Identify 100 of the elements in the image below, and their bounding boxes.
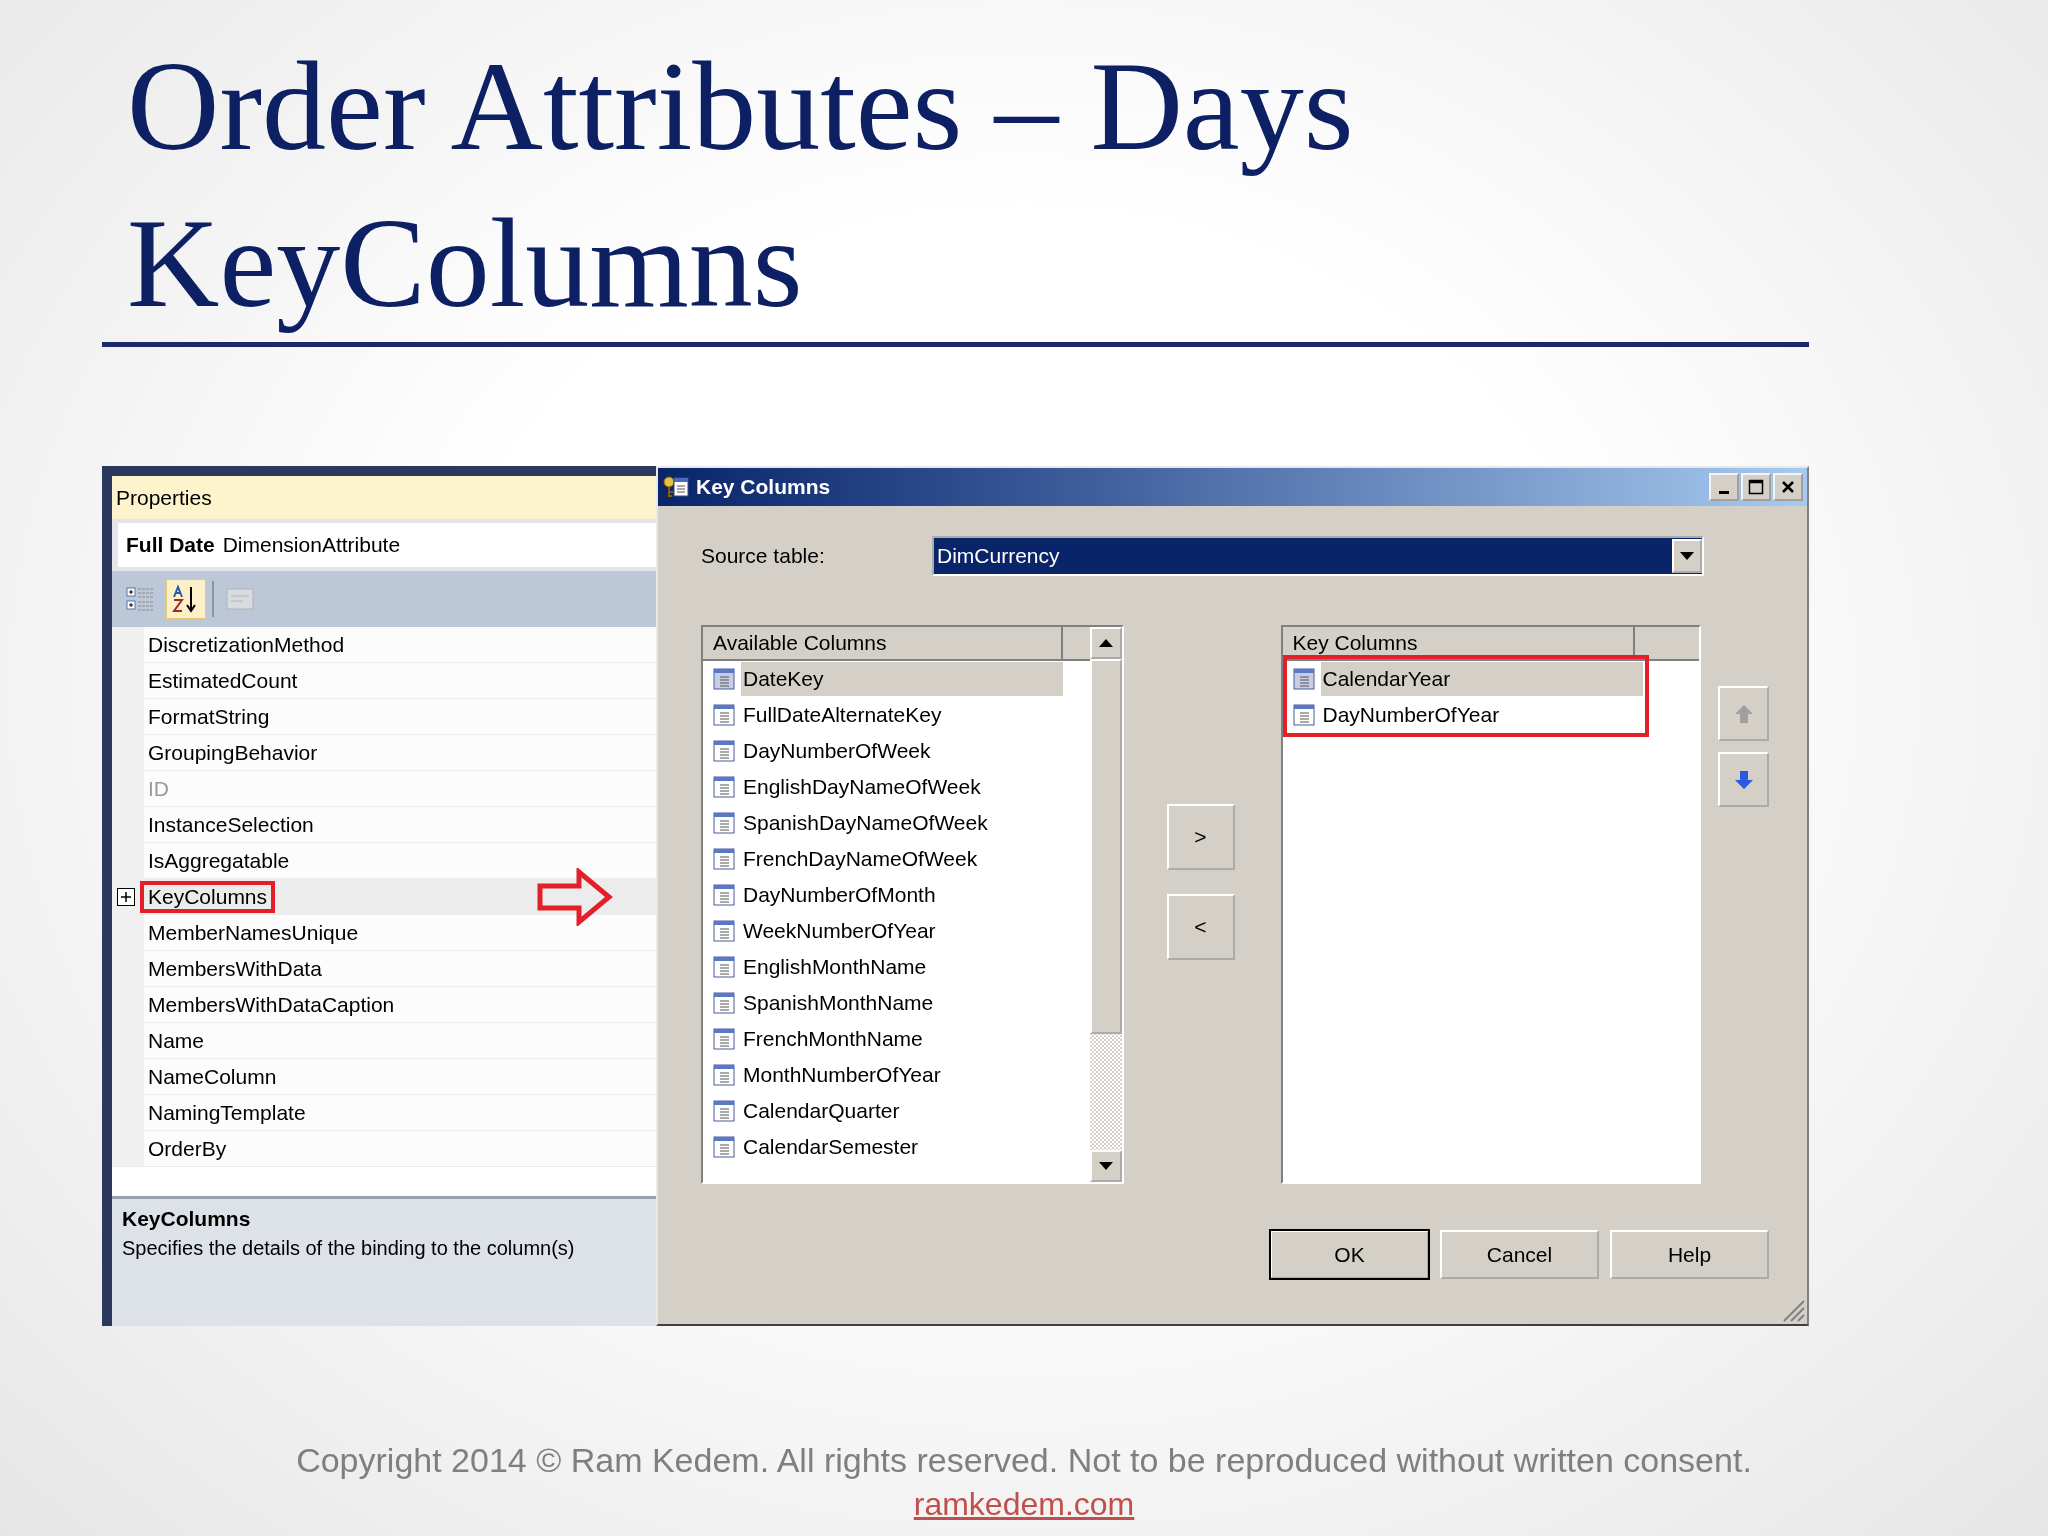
property-row[interactable]: InstanceSelection [112, 807, 656, 843]
column-name: CalendarQuarter [742, 1098, 901, 1124]
column-name: DayNumberOfWeek [742, 738, 932, 764]
property-name: NameColumn [147, 1063, 278, 1090]
object-selector[interactable]: Full Date DimensionAttribute [118, 523, 656, 567]
property-row[interactable]: OrderBy [112, 1131, 656, 1167]
column-icon [713, 884, 735, 906]
column-name: FrenchDayNameOfWeek [742, 846, 979, 872]
column-item[interactable]: DateKey [703, 661, 1090, 697]
column-icon [713, 740, 735, 762]
property-row[interactable]: FormatString [112, 699, 656, 735]
property-row[interactable]: EstimatedCount [112, 663, 656, 699]
cancel-button[interactable]: Cancel [1440, 1230, 1599, 1279]
property-row[interactable]: NameColumn [112, 1059, 656, 1095]
column-icon [713, 704, 735, 726]
column-icon [713, 668, 735, 690]
property-name: ID [147, 775, 170, 802]
scroll-up-button[interactable] [1089, 627, 1122, 659]
column-item[interactable]: FrenchDayNameOfWeek [703, 841, 1090, 877]
column-icon [1292, 704, 1315, 726]
object-type: DimensionAttribute [222, 533, 401, 557]
property-name: IsAggregatable [147, 847, 291, 874]
ok-button[interactable]: OK [1270, 1230, 1429, 1279]
column-item[interactable]: FullDateAlternateKey [703, 697, 1090, 733]
close-icon [1781, 480, 1795, 494]
column-icon [713, 776, 735, 798]
column-name: EnglishDayNameOfWeek [742, 774, 982, 800]
column-item[interactable]: CalendarYear [1286, 661, 1645, 697]
column-header[interactable]: Available Columns [703, 627, 1063, 661]
property-name: KeyColumns [140, 880, 276, 913]
up-triangle-icon [1098, 639, 1113, 647]
column-name: FullDateAlternateKey [742, 702, 943, 728]
column-item[interactable]: FrenchMonthName [703, 1021, 1090, 1057]
column-icon [713, 848, 735, 870]
source-table-dropdown[interactable]: DimCurrency [932, 536, 1704, 576]
property-name: EstimatedCount [147, 667, 299, 694]
categorized-icon [125, 584, 155, 614]
column-item[interactable]: CalendarQuarter [703, 1093, 1090, 1129]
panel-title: Properties [112, 476, 656, 519]
column-name: EnglishMonthName [742, 954, 928, 980]
column-name: CalendarSemester [742, 1134, 920, 1160]
column-name: SpanishDayNameOfWeek [742, 810, 989, 836]
column-item[interactable]: DayNumberOfYear [1286, 697, 1645, 733]
website-link[interactable]: ramkedem.com [913, 1486, 1135, 1523]
down-triangle-icon [1098, 1162, 1113, 1170]
column-item[interactable]: WeekNumberOfYear [703, 913, 1090, 949]
column-icon [713, 1028, 735, 1050]
column-name: DayNumberOfYear [1321, 702, 1501, 728]
move-down-button[interactable] [1718, 752, 1769, 807]
column-icon [713, 1100, 735, 1122]
property-name: NamingTemplate [147, 1099, 307, 1126]
column-item[interactable]: DayNumberOfWeek [703, 733, 1090, 769]
property-row[interactable]: DiscretizationMethod [112, 627, 656, 663]
copyright-text: Copyright 2014 © Ram Kedem. All rights reserved. Not to be reproduced without written consent. [296, 1441, 1752, 1480]
column-icon [713, 812, 735, 834]
property-name: FormatString [147, 703, 271, 730]
scroll-down-button[interactable] [1089, 1150, 1122, 1182]
help-button[interactable]: Help [1610, 1230, 1769, 1279]
property-row[interactable]: NamingTemplate [112, 1095, 656, 1131]
property-name: MembersWithDataCaption [147, 991, 396, 1018]
property-name: DiscretizationMethod [147, 631, 346, 658]
close-button[interactable] [1773, 473, 1803, 501]
column-icon [713, 1136, 735, 1158]
alphabetical-button[interactable] [166, 579, 206, 619]
property-name: MemberNamesUnique [147, 919, 360, 946]
property-row[interactable]: MemberNamesUnique [112, 915, 656, 951]
property-row[interactable]: IsAggregatable [112, 843, 656, 879]
column-name: CalendarYear [1320, 662, 1643, 696]
source-table-label: Source table: [701, 544, 826, 568]
column-name: DateKey [741, 662, 1063, 696]
up-arrow-icon [1733, 703, 1754, 724]
property-name: GroupingBehavior [147, 739, 319, 766]
property-row[interactable]: Name [112, 1023, 656, 1059]
remove-button[interactable]: < [1166, 894, 1235, 960]
property-name: Name [147, 1027, 206, 1054]
down-arrow-icon [1733, 769, 1754, 790]
column-item[interactable]: EnglishDayNameOfWeek [703, 769, 1090, 805]
column-item[interactable]: SpanishDayNameOfWeek [703, 805, 1090, 841]
add-button[interactable]: > [1166, 804, 1235, 870]
property-row[interactable]: GroupingBehavior [112, 735, 656, 771]
property-row[interactable]: MembersWithData [112, 951, 656, 987]
description-text: Specifies the details of the binding to the column(s) [122, 1237, 576, 1260]
column-icon [713, 992, 735, 1014]
column-item[interactable]: MonthNumberOfYear [703, 1057, 1090, 1093]
column-icon [713, 920, 735, 942]
column-item[interactable]: DayNumberOfMonth [703, 877, 1090, 913]
object-name: Full Date [126, 533, 215, 557]
maximize-button[interactable] [1741, 473, 1771, 501]
slide-title: Order Attributes – Days KeyColumns [126, 34, 1355, 336]
property-row[interactable]: MembersWithDataCaption [112, 987, 656, 1023]
column-item[interactable]: CalendarSemester [703, 1129, 1090, 1165]
expand-icon[interactable] [117, 887, 135, 906]
column-name: DayNumberOfMonth [742, 882, 937, 908]
property-name: OrderBy [147, 1135, 228, 1162]
column-item[interactable]: SpanishMonthName [703, 985, 1090, 1021]
property-row[interactable]: KeyColumns [112, 879, 656, 915]
minimize-button[interactable] [1709, 473, 1739, 501]
scrollbar-thumb[interactable] [1089, 659, 1122, 1034]
column-icon [713, 956, 735, 978]
column-item[interactable]: EnglishMonthName [703, 949, 1090, 985]
